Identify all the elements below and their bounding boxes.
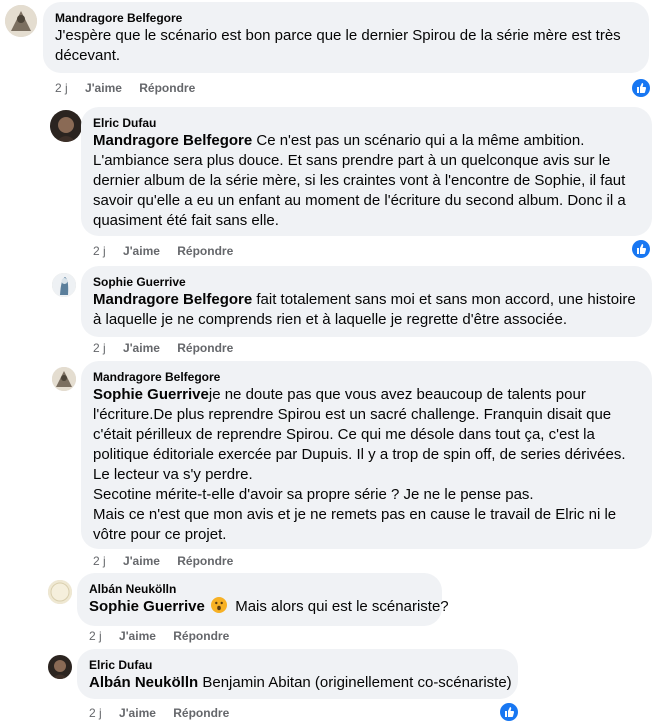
thumbs-up-icon[interactable] bbox=[630, 238, 652, 260]
thumbs-up-icon[interactable] bbox=[630, 77, 652, 99]
comment-text: Sophie Guerriveje ne doute pas que vous … bbox=[93, 385, 640, 545]
comment-bubble: Mandragore Belfegore J'espère que le scé… bbox=[43, 2, 649, 73]
comment-actions: 2 j J'aime Répondre bbox=[89, 706, 243, 720]
comment-author[interactable]: Albán Neukölln bbox=[89, 581, 430, 597]
comment-author[interactable]: Mandragore Belfegore bbox=[93, 369, 640, 385]
comment-line: Le lecteur va s'y perdre. bbox=[93, 466, 253, 483]
comment-actions: 2 j J'aime Répondre bbox=[93, 341, 247, 355]
mention-link[interactable]: Mandragore Belfegore bbox=[93, 132, 252, 149]
comment-line: Mais alors qui est le scénariste? bbox=[231, 598, 449, 615]
thumbs-up-icon[interactable] bbox=[498, 701, 520, 723]
like-button[interactable]: J'aime bbox=[119, 629, 156, 643]
comment-author[interactable]: Elric Dufau bbox=[93, 115, 640, 131]
comment-line: je ne doute pas que vous avez beaucoup d… bbox=[208, 386, 586, 403]
comment-actions: 2 j J'aime Répondre bbox=[93, 244, 247, 258]
like-button[interactable]: J'aime bbox=[123, 244, 160, 258]
comment-author[interactable]: Mandragore Belfegore bbox=[55, 10, 637, 26]
comment-line: c'était périlleux de reprendre Spirou. C… bbox=[93, 426, 595, 443]
comment-author[interactable]: Sophie Guerrive bbox=[93, 274, 640, 290]
comment-line: Benjamin Abitan (originellement co-scéna… bbox=[198, 674, 512, 691]
like-button[interactable]: J'aime bbox=[123, 554, 160, 568]
comment-line: L'ambiance sera plus douce. Et sans pren… bbox=[93, 152, 611, 169]
avatar[interactable] bbox=[52, 367, 76, 391]
comment-line: décevant. bbox=[55, 47, 121, 64]
comment-text: Mandragore Belfegore Ce n'est pas un scé… bbox=[93, 131, 640, 231]
mention-link[interactable]: Sophie Guerrive bbox=[93, 386, 209, 403]
reply-button[interactable]: Répondre bbox=[173, 706, 229, 720]
comment-text: J'espère que le scénario est bon parce q… bbox=[55, 26, 637, 66]
like-button[interactable]: J'aime bbox=[119, 706, 156, 720]
avatar[interactable] bbox=[48, 655, 72, 679]
like-button[interactable]: J'aime bbox=[123, 341, 160, 355]
comment-actions: 2 j J'aime Répondre bbox=[89, 629, 243, 643]
comment-author[interactable]: Elric Dufau bbox=[89, 657, 506, 673]
comment-bubble: Albán Neukölln Sophie Guerrive Mais alor… bbox=[77, 573, 449, 626]
comment-time[interactable]: 2 j bbox=[55, 81, 68, 95]
avatar[interactable] bbox=[50, 110, 82, 142]
comment-time[interactable]: 2 j bbox=[89, 706, 102, 720]
mention-link[interactable]: Albán Neukölln bbox=[89, 674, 198, 691]
reply-button[interactable]: Répondre bbox=[177, 244, 233, 258]
mention-link[interactable]: Mandragore Belfegore bbox=[93, 291, 252, 308]
comment-text: Sophie Guerrive Mais alors qui est le sc… bbox=[89, 597, 449, 617]
avatar[interactable] bbox=[48, 580, 72, 604]
comment-actions: 2 j J'aime Répondre bbox=[55, 81, 209, 95]
astonished-face-icon bbox=[211, 597, 228, 613]
comment-line: l'écriture.De plus reprendre Spirou est … bbox=[93, 406, 612, 423]
reply-button[interactable]: Répondre bbox=[139, 81, 195, 95]
avatar[interactable] bbox=[52, 273, 76, 297]
comment-actions: 2 j J'aime Répondre bbox=[93, 554, 247, 568]
comment-bubble: Elric Dufau Mandragore Belfegore Ce n'es… bbox=[81, 107, 652, 236]
comment-line: savoir qu'elle a eu un enfant au moment … bbox=[93, 192, 626, 209]
reply-button[interactable]: Répondre bbox=[177, 341, 233, 355]
comment-time[interactable]: 2 j bbox=[89, 629, 102, 643]
avatar[interactable] bbox=[5, 5, 37, 37]
comment-line: vôtre pour ce projet. bbox=[93, 526, 227, 543]
comment-bubble: Elric Dufau Albán Neukölln Benjamin Abit… bbox=[77, 649, 518, 699]
reply-button[interactable]: Répondre bbox=[173, 629, 229, 643]
reply-button[interactable]: Répondre bbox=[177, 554, 233, 568]
comment-time[interactable]: 2 j bbox=[93, 554, 106, 568]
comment-line: J'espère que le scénario est bon parce q… bbox=[55, 27, 621, 44]
like-button[interactable]: J'aime bbox=[85, 81, 122, 95]
mention-link[interactable]: Sophie Guerrive bbox=[89, 598, 205, 615]
comment-time[interactable]: 2 j bbox=[93, 244, 106, 258]
comment-bubble: Mandragore Belfegore Sophie Guerriveje n… bbox=[81, 361, 652, 549]
comment-line: dernier album de la série mère, si les c… bbox=[93, 172, 626, 189]
comment-time[interactable]: 2 j bbox=[93, 341, 106, 355]
comment-line: Secotine mérite-t-elle d'avoir sa propre… bbox=[93, 486, 534, 503]
comment-line: quasiment été fait sans elle. bbox=[93, 212, 279, 229]
comment-line: Mais ce n'est que mon avis et je ne reme… bbox=[93, 506, 617, 523]
comment-text: Mandragore Belfegore fait totalement san… bbox=[93, 290, 640, 330]
comment-text: Albán Neukölln Benjamin Abitan (originel… bbox=[89, 673, 512, 693]
comment-line: fait totalement sans moi et sans mon acc… bbox=[252, 291, 636, 308]
comment-bubble: Sophie Guerrive Mandragore Belfegore fai… bbox=[81, 266, 652, 337]
comment-line: politique éditoriale exercée par Dupuis.… bbox=[93, 446, 626, 463]
comment-line: à laquelle je ne comprends rien et à laq… bbox=[93, 311, 567, 328]
comment-line: Ce n'est pas un scénario qui a la même a… bbox=[252, 132, 585, 149]
